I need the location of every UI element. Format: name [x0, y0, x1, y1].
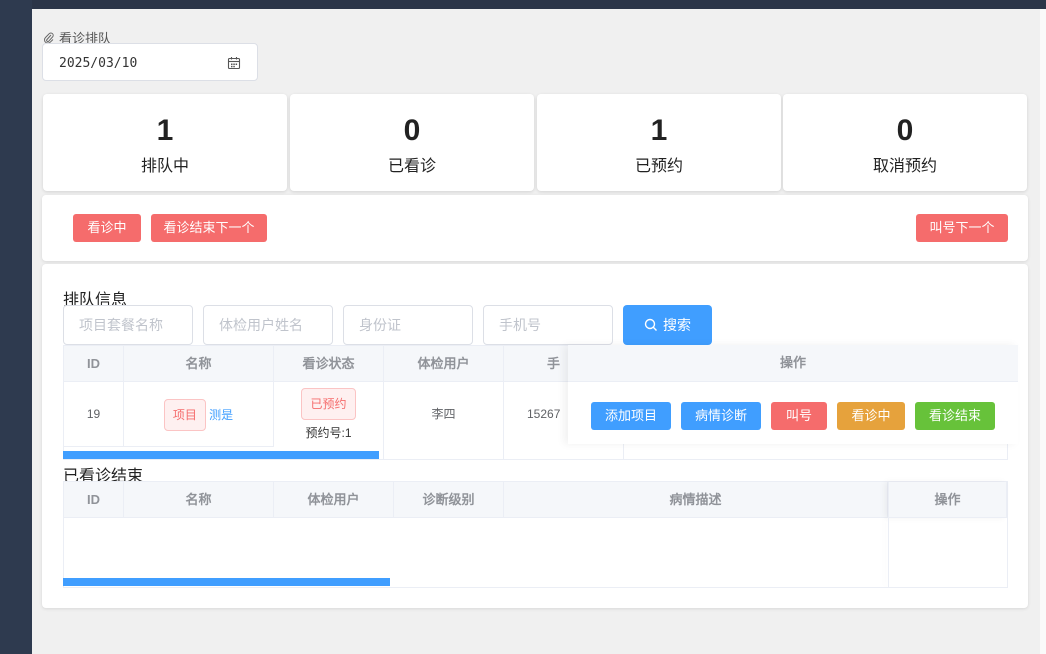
- paperclip-icon: [44, 32, 54, 44]
- status-badge: 已预约: [301, 388, 356, 420]
- calendar-icon[interactable]: [227, 56, 241, 70]
- action-bar: 看诊中 看诊结束下一个 叫号下一个: [42, 195, 1028, 261]
- call-button[interactable]: 叫号: [771, 402, 827, 430]
- stat-cancelled: 0 取消预约: [783, 94, 1027, 191]
- queue-panel: 排队信息 项目套餐名称 体检用户姓名 身份证 手机号 搜索 ID 名称 看诊状态…: [42, 264, 1028, 608]
- sidebar: [0, 0, 32, 654]
- col-level: 诊断级别: [394, 482, 504, 518]
- stat-consulted: 0 已看诊: [290, 94, 534, 191]
- stat-value: 0: [896, 114, 914, 147]
- stat-label: 已预约: [634, 158, 683, 175]
- col-status: 看诊状态: [274, 346, 384, 382]
- cell-user: 李四: [384, 382, 504, 460]
- search-label: 搜索: [663, 317, 691, 333]
- col-desc: 病情描述: [504, 482, 888, 518]
- stat-label: 已看诊: [387, 158, 436, 175]
- scroll-gutter: [1040, 9, 1046, 654]
- col-ops: 操作: [888, 482, 1007, 518]
- ops-divider: [888, 518, 889, 587]
- queue-scrollbar[interactable]: [63, 451, 379, 459]
- stat-label: 排队中: [140, 158, 189, 175]
- user-name-input[interactable]: 体检用户姓名: [203, 305, 333, 345]
- stat-label: 取消预约: [872, 158, 937, 175]
- col-name: 名称: [124, 346, 274, 382]
- stat-value: 0: [403, 114, 421, 147]
- col-id: ID: [64, 482, 124, 518]
- id-card-input[interactable]: 身份证: [343, 305, 473, 345]
- stat-value: 1: [650, 114, 668, 147]
- stat-booked: 1 已预约: [537, 94, 781, 191]
- col-ops: 操作: [568, 345, 1018, 382]
- finish-row-button[interactable]: 看诊结束: [915, 402, 995, 430]
- appointment-number: 预约号:1: [305, 426, 352, 440]
- stat-value: 1: [156, 114, 174, 147]
- in-consult-button[interactable]: 看诊中: [73, 214, 141, 242]
- phone-input[interactable]: 手机号: [483, 305, 613, 345]
- col-id: ID: [64, 346, 124, 382]
- cell-name: 项目 测是: [124, 382, 274, 446]
- cell-status: 已预约 预约号:1: [274, 382, 384, 460]
- col-name: 名称: [124, 482, 274, 518]
- project-link[interactable]: 测是: [209, 408, 233, 422]
- col-user: 体检用户: [274, 482, 394, 518]
- main-content: 看诊排队 2025/03/10 1 排队中 0 已看诊 1 已预约 0 取消预约…: [32, 9, 1046, 654]
- finished-scrollbar[interactable]: [63, 578, 390, 586]
- ops-column: 操作 添加项目 病情诊断 叫号 看诊中 看诊结束: [568, 345, 1018, 444]
- col-user: 体检用户: [384, 346, 504, 382]
- package-name-input[interactable]: 项目套餐名称: [63, 305, 193, 345]
- add-item-button[interactable]: 添加项目: [591, 402, 671, 430]
- search-icon: [644, 318, 657, 331]
- project-tag: 项目: [163, 399, 206, 431]
- date-picker[interactable]: 2025/03/10: [42, 43, 258, 81]
- call-next-button[interactable]: 叫号下一个: [916, 214, 1008, 242]
- in-consult-row-button[interactable]: 看诊中: [837, 402, 905, 430]
- search-button[interactable]: 搜索: [623, 305, 712, 345]
- stat-queueing: 1 排队中: [43, 94, 287, 191]
- finish-next-button[interactable]: 看诊结束下一个: [151, 214, 267, 242]
- date-value: 2025/03/10: [59, 56, 138, 71]
- row-divider: [64, 446, 274, 447]
- diagnose-button[interactable]: 病情诊断: [681, 402, 761, 430]
- cell-id: 19: [64, 382, 124, 446]
- top-bar: [0, 0, 1046, 9]
- finished-table: ID 名称 体检用户 诊断级别 病情描述 操作: [63, 481, 1008, 588]
